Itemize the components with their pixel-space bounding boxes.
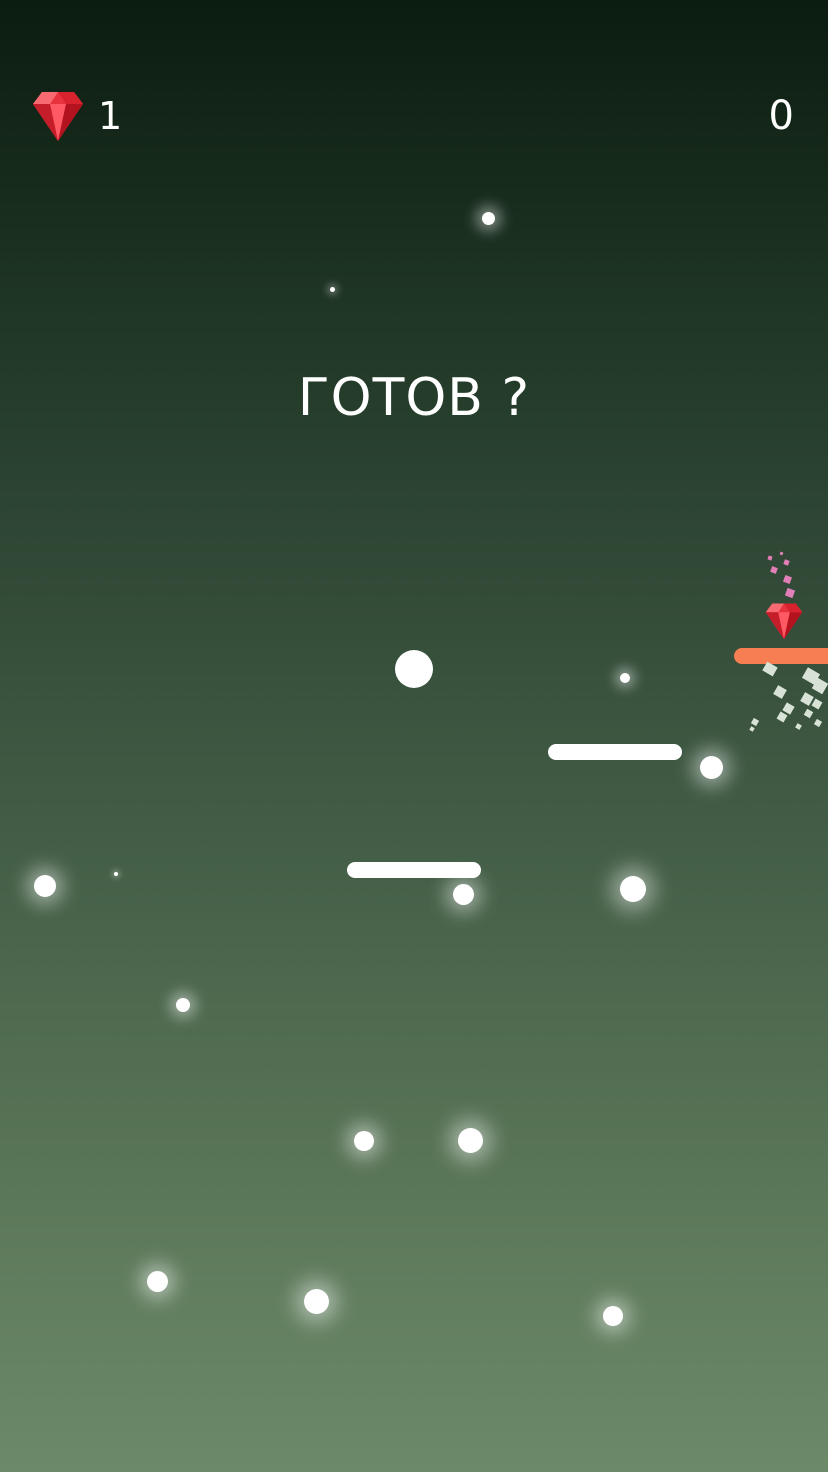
glow-orb	[176, 998, 190, 1012]
glow-orb	[147, 1271, 168, 1292]
sparkle-particle	[767, 555, 773, 561]
glow-orb	[700, 756, 723, 779]
gem-count: 1	[98, 94, 123, 138]
shard-particle	[795, 723, 802, 730]
shard-particle	[813, 718, 823, 728]
shard-particle	[749, 726, 755, 732]
glow-orb	[603, 1306, 623, 1326]
sparkle-particle	[783, 559, 790, 566]
glow-orb	[620, 673, 630, 683]
sparkle-particle	[770, 566, 778, 574]
glow-orb	[453, 884, 474, 905]
score: 0	[768, 93, 794, 139]
shard-particle	[773, 685, 787, 699]
glow-orb	[458, 1128, 483, 1153]
glow-orb	[354, 1131, 374, 1151]
platform	[548, 744, 682, 760]
orange-platform	[734, 648, 828, 664]
sparkle-particle	[783, 575, 792, 584]
glow-orb	[330, 287, 335, 292]
shard-particle	[776, 711, 788, 723]
ready-prompt: ГОТОВ ?	[297, 368, 531, 428]
glow-orb	[114, 872, 118, 876]
shard-particle	[750, 717, 760, 727]
platform	[347, 862, 481, 878]
red-gem-icon	[33, 92, 83, 141]
shard-particle	[811, 698, 823, 710]
sparkle-particle	[779, 551, 784, 556]
glow-orb	[34, 875, 56, 897]
shard-particle	[803, 708, 814, 719]
glow-orb	[482, 212, 495, 225]
gem-counter: 1	[32, 88, 122, 144]
glow-orb	[304, 1289, 329, 1314]
glow-orb	[620, 876, 646, 902]
player-ball	[395, 650, 433, 688]
gem-pickup-icon	[764, 602, 804, 644]
sparkle-particle	[784, 587, 796, 599]
